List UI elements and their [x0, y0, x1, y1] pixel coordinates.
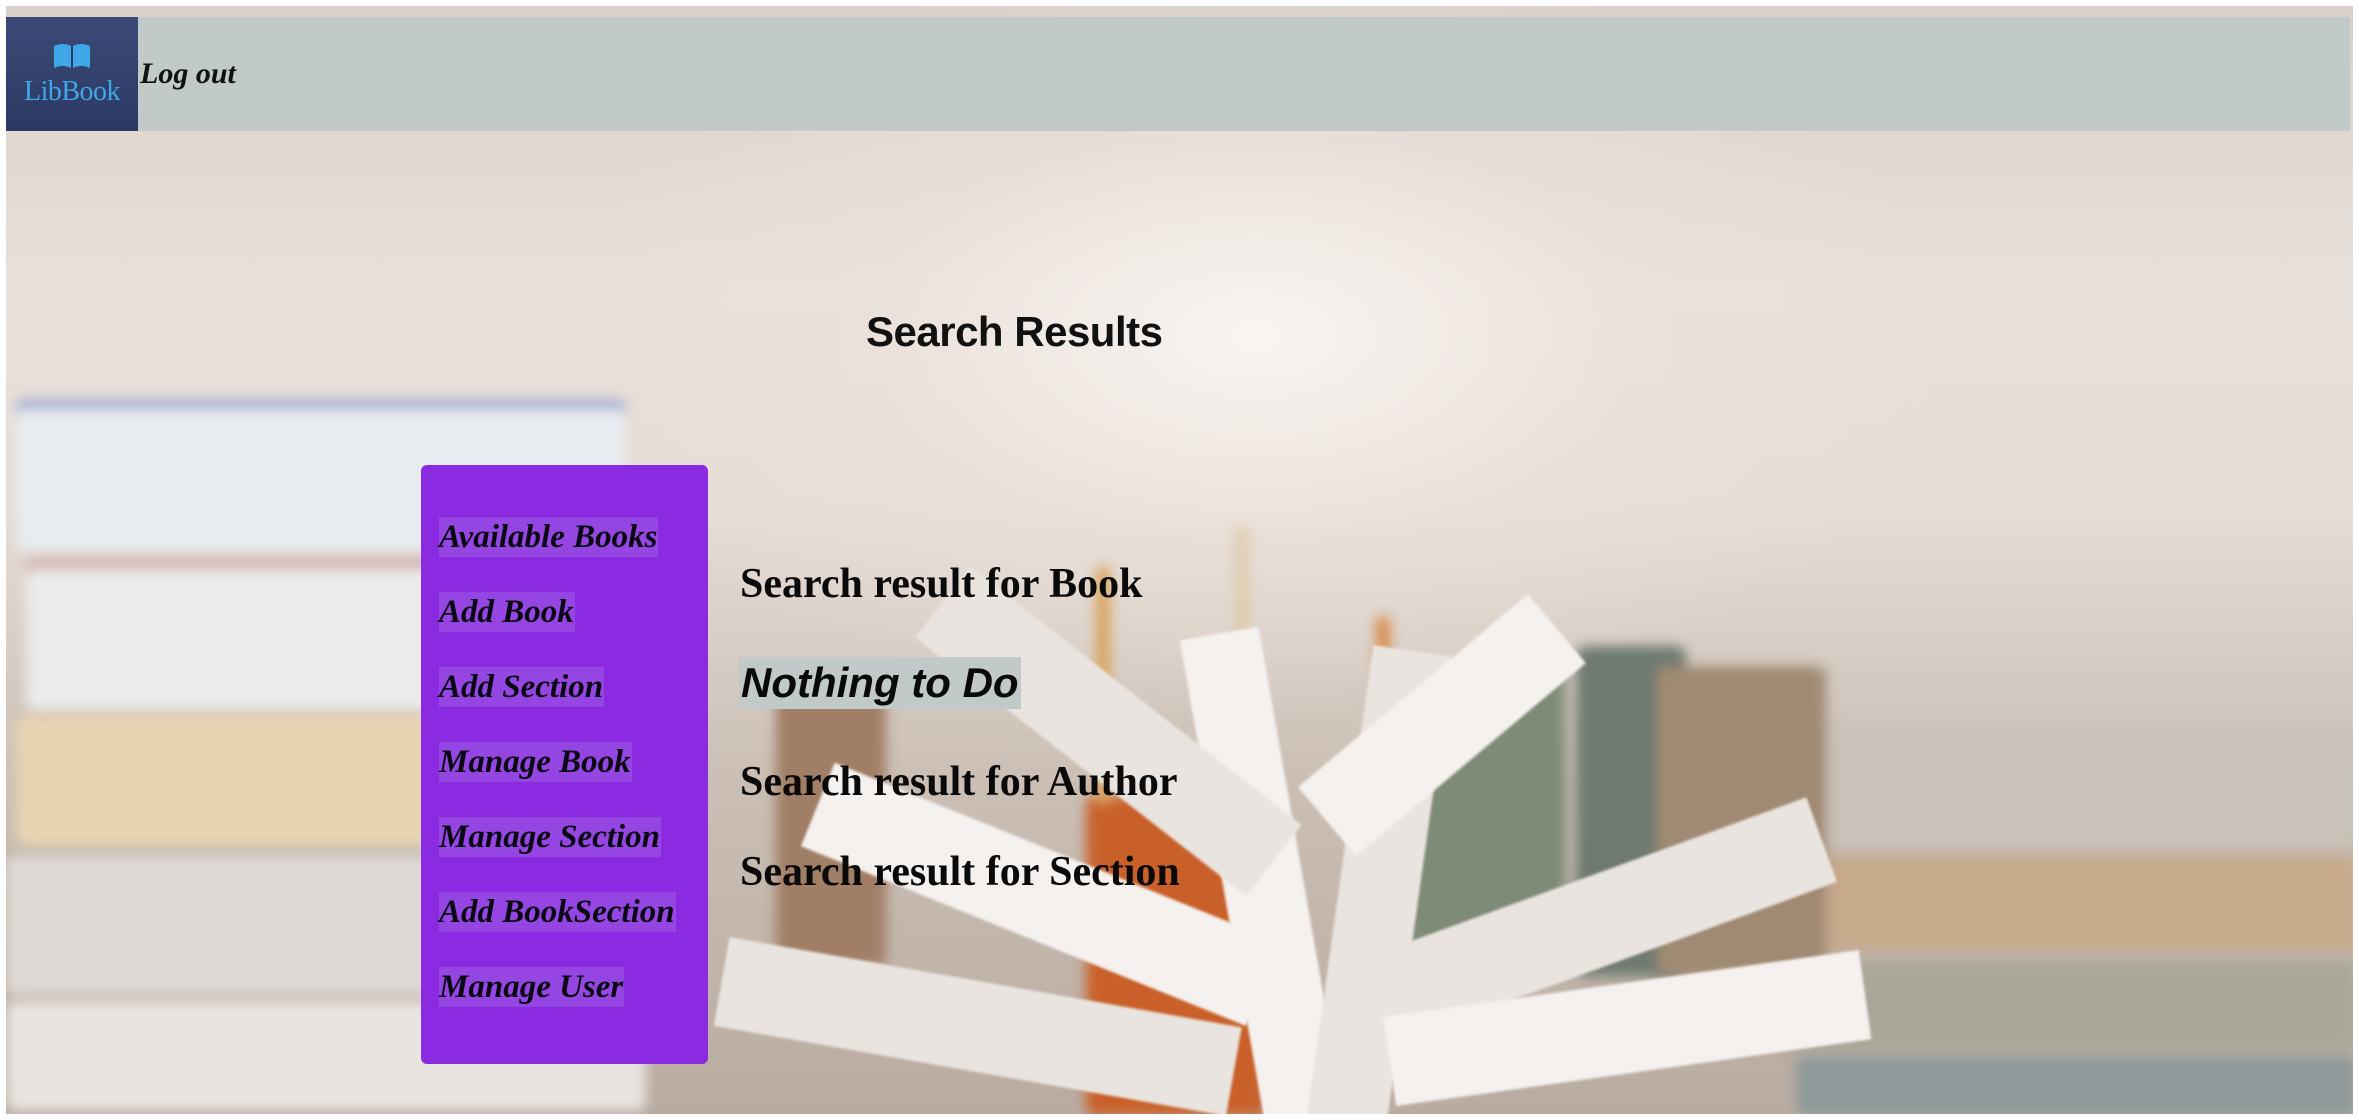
add-booksection-link[interactable]: Add BookSection: [439, 892, 676, 932]
sidebar-item-add-book: Add Book: [439, 592, 708, 667]
available-books-link[interactable]: Available Books: [439, 517, 659, 557]
manage-section-link[interactable]: Manage Section: [439, 817, 661, 857]
sidebar-item-manage-section: Manage Section: [439, 817, 708, 892]
add-section-link[interactable]: Add Section: [439, 667, 605, 707]
sidebar-item-add-section: Add Section: [439, 667, 708, 742]
section-results-heading: Search result for Section: [740, 849, 1180, 895]
logo-text: LibBook: [23, 76, 121, 107]
sidebar-item-available-books: Available Books: [439, 517, 708, 592]
sidebar-item-manage-book: Manage Book: [439, 742, 708, 817]
manage-book-link[interactable]: Manage Book: [439, 742, 632, 782]
manage-user-link[interactable]: Manage User: [439, 967, 625, 1007]
app-frame: LibBook Log out Search Results Available…: [0, 0, 2359, 1120]
open-book-icon: [54, 44, 90, 68]
sidebar-item-add-booksection: Add BookSection: [439, 892, 708, 967]
top-navigation-bar: LibBook Log out: [6, 17, 2350, 131]
sidebar-menu: Available Books Add Book Add Section Man…: [421, 465, 708, 1064]
background-bookshelf-image: [6, 6, 2353, 1114]
author-results-heading: Search result for Author: [740, 759, 1178, 805]
libbook-logo[interactable]: LibBook: [6, 17, 138, 131]
add-book-link[interactable]: Add Book: [439, 592, 575, 632]
page-title: Search Results: [866, 308, 1163, 355]
sidebar-item-manage-user: Manage User: [439, 967, 708, 1042]
book-results-heading: Search result for Book: [740, 561, 1143, 607]
book-empty-message: Nothing to Do: [739, 657, 1021, 709]
logout-link[interactable]: Log out: [140, 57, 236, 91]
